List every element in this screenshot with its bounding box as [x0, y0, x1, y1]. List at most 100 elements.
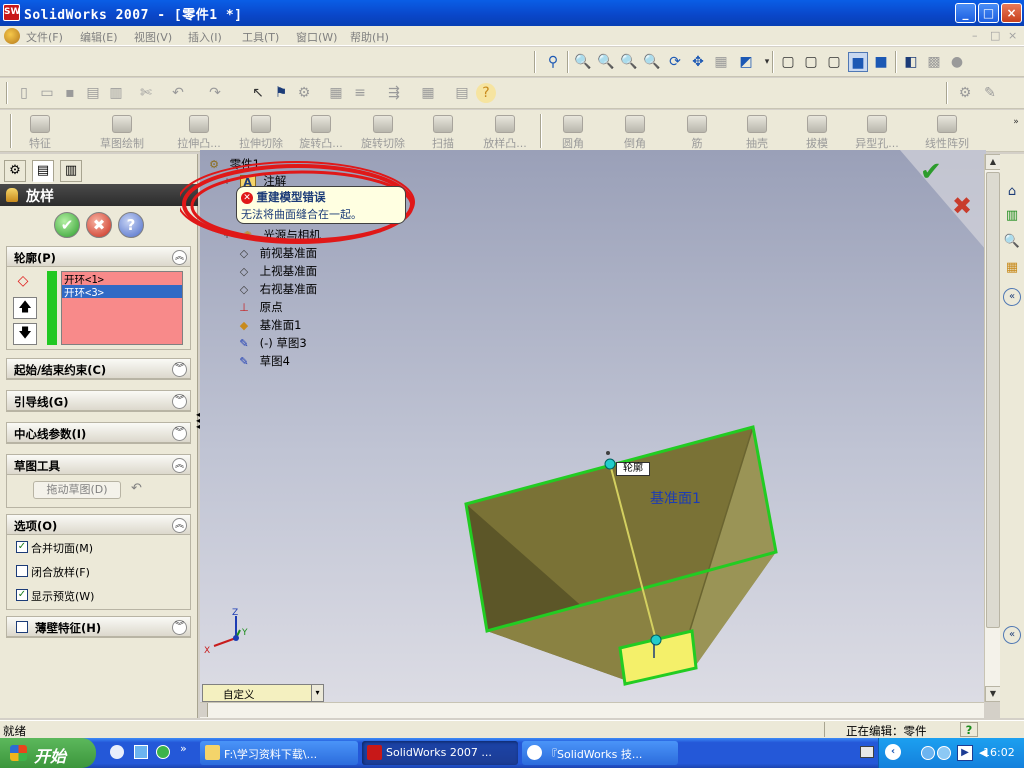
feature-hole-wizard[interactable]: 异型孔...: [842, 115, 912, 151]
toolbar-grip[interactable]: [6, 82, 8, 104]
close-button[interactable]: ×: [1001, 3, 1022, 23]
clock[interactable]: 16:02: [983, 746, 1015, 759]
start-button[interactable]: 开始: [0, 738, 96, 768]
solidworks-app-icon[interactable]: SW: [3, 4, 20, 21]
settings-icon[interactable]: ⚙: [955, 83, 975, 103]
new-file-icon[interactable]: ▯: [14, 83, 34, 103]
pan-icon[interactable]: ✥: [688, 52, 708, 72]
help-button[interactable]: ?: [118, 212, 144, 238]
sketch-tools-header[interactable]: 草图工具: [7, 455, 190, 475]
guide-curves-group[interactable]: 引导线(G) ︾: [6, 390, 191, 412]
network-icon[interactable]: [921, 746, 935, 760]
quick-launch-overflow-icon[interactable]: »: [180, 742, 187, 755]
hidden-lines-visible-icon[interactable]: ▢: [801, 52, 821, 72]
taskbar-task-solidworks[interactable]: SolidWorks 2007 ...: [362, 741, 518, 765]
toolbar-grip[interactable]: [946, 82, 948, 104]
taskbar-task-explorer[interactable]: F:\学习资料下载\...: [200, 741, 358, 765]
wireframe-icon[interactable]: ▢: [778, 52, 798, 72]
save-icon[interactable]: ▪: [60, 83, 80, 103]
tree-item-right-plane[interactable]: ◇ 右视基准面: [236, 281, 317, 298]
start-end-constraints-group[interactable]: 起始/结束约束(C) ︾: [6, 358, 191, 380]
expand-icon[interactable]: ︾: [172, 426, 187, 441]
menu-edit[interactable]: 编辑(E): [80, 29, 118, 45]
guide-curves-header[interactable]: 引导线(G): [7, 391, 190, 411]
scroll-down-arrow[interactable]: ▼: [985, 686, 1001, 702]
select-icon[interactable]: ↖: [248, 83, 268, 103]
wrench-icon[interactable]: ✎: [980, 83, 1000, 103]
minimize-button[interactable]: _: [955, 3, 976, 23]
configuration-manager-tab-icon[interactable]: ▥: [60, 160, 82, 182]
horizontal-scrollbar[interactable]: [200, 702, 984, 718]
thin-feature-group[interactable]: 薄壁特征(H) ︾: [6, 616, 191, 638]
shaded-with-edges-icon[interactable]: ■: [848, 52, 868, 72]
design-library-icon[interactable]: ▥: [1003, 208, 1021, 226]
print-preview-icon[interactable]: ▥: [106, 83, 126, 103]
drag-sketch-button[interactable]: 拖动草图(D): [33, 481, 121, 499]
zoom-in-out-icon[interactable]: 🔍: [619, 52, 639, 72]
expand-icon[interactable]: ︾: [172, 394, 187, 409]
cut-icon[interactable]: ✄: [136, 83, 156, 103]
menu-window[interactable]: 窗口(W): [296, 29, 337, 45]
feature-manager-tree-tab-icon[interactable]: ⚙: [4, 160, 26, 182]
menu-help[interactable]: 帮助(H): [350, 29, 389, 45]
print-icon[interactable]: ▤: [83, 83, 103, 103]
collapse-task-pane-icon[interactable]: «: [1003, 288, 1021, 306]
status-help-button[interactable]: ?: [960, 722, 978, 737]
chevron-down-icon[interactable]: ▾: [311, 685, 323, 701]
feature-sweep[interactable]: 扫描: [408, 115, 478, 151]
feature-fillet[interactable]: 圆角: [538, 115, 608, 151]
list-item[interactable]: 开环<1>: [62, 272, 182, 286]
rotate-view-icon[interactable]: ⟳: [665, 52, 685, 72]
show-preview-checkbox[interactable]: ✓: [16, 589, 28, 601]
collapse-icon[interactable]: ︽: [172, 518, 187, 533]
menu-file[interactable]: 文件(F): [26, 29, 63, 45]
tree-item-top-plane[interactable]: ◇ 上视基准面: [236, 263, 317, 280]
tray-expand-icon[interactable]: ‹: [885, 744, 901, 760]
menu-insert[interactable]: 插入(I): [188, 29, 222, 45]
feature-chamfer[interactable]: 倒角: [600, 115, 670, 151]
file-explorer-icon[interactable]: 🔍: [1003, 234, 1021, 252]
error-tooltip[interactable]: ✕ 重建模型错误 无法将曲面缝合在一起。: [236, 186, 406, 224]
ok-button[interactable]: ✔: [54, 212, 80, 238]
quick-launch-media-icon[interactable]: [156, 745, 170, 759]
hscroll-splitter[interactable]: [200, 703, 208, 717]
scroll-thumb[interactable]: [986, 172, 1000, 628]
view-palette-icon[interactable]: ▦: [1003, 260, 1021, 278]
property-manager-tab-icon[interactable]: ▤: [32, 160, 54, 182]
list-item-selected[interactable]: 开环<3>: [62, 285, 182, 299]
zoom-to-fit-icon[interactable]: 🔍: [573, 52, 593, 72]
quick-launch-ie-icon[interactable]: [110, 745, 124, 759]
scroll-up-arrow[interactable]: ▲: [985, 154, 1001, 170]
profile-callout[interactable]: 轮廓: [616, 462, 650, 476]
move-up-button[interactable]: 🡅: [13, 297, 37, 319]
zoom-to-area-icon[interactable]: 🔍: [596, 52, 616, 72]
feature-linear-pattern[interactable]: 线性阵列: [912, 115, 982, 151]
options-header[interactable]: 选项(O): [7, 515, 190, 535]
options-icon[interactable]: ⚙: [294, 83, 314, 103]
chevron-down-icon[interactable]: ▾: [757, 52, 777, 72]
close-loft-checkbox[interactable]: [16, 565, 28, 577]
realview-icon[interactable]: ▩: [924, 52, 944, 72]
table-icon[interactable]: ▦: [418, 83, 438, 103]
redo-icon[interactable]: ↷: [205, 83, 225, 103]
mdi-minimize-button[interactable]: –: [972, 29, 978, 42]
centerline-params-group[interactable]: 中心线参数(I) ︾: [6, 422, 191, 444]
rebuild-icon[interactable]: ⚑: [271, 83, 291, 103]
expand-icon[interactable]: ︾: [172, 620, 187, 635]
menu-view[interactable]: 视图(V): [134, 29, 172, 45]
grid-icon[interactable]: ▦: [326, 83, 346, 103]
media-player-icon[interactable]: ▶: [957, 745, 973, 761]
home-icon[interactable]: ⌂: [1003, 184, 1021, 202]
thin-feature-header[interactable]: 薄壁特征(H): [7, 617, 190, 637]
profiles-list[interactable]: 开环<1> 开环<3>: [61, 271, 183, 345]
hidden-lines-removed-icon[interactable]: ▢: [824, 52, 844, 72]
tree-item-sketch3[interactable]: ✎ (-) 草图3: [236, 335, 306, 352]
maximize-button[interactable]: □: [978, 3, 999, 23]
expand-icon[interactable]: ︾: [172, 362, 187, 377]
move-down-button[interactable]: 🡇: [13, 323, 37, 345]
sketch-tab[interactable]: 草图绘制: [82, 115, 162, 151]
tree-item-sketch4[interactable]: ✎ 草图4: [236, 353, 290, 370]
connector-handle[interactable]: [604, 458, 616, 470]
start-end-header[interactable]: 起始/结束约束(C): [7, 359, 190, 379]
3d-drawing-view-icon[interactable]: ▦: [711, 52, 731, 72]
